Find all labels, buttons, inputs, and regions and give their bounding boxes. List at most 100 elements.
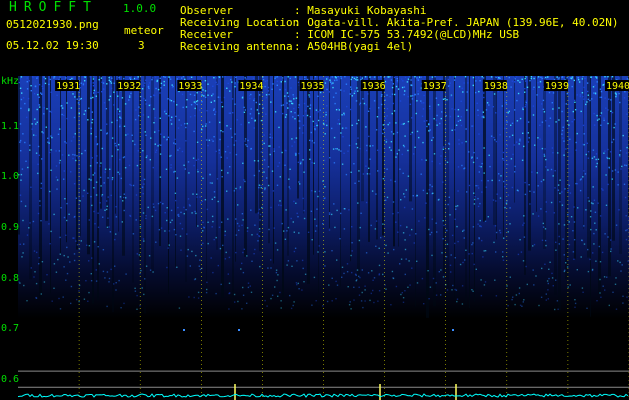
noise-point xyxy=(28,109,30,112)
noise-point xyxy=(110,194,112,197)
noise-point xyxy=(127,133,129,135)
noise-point xyxy=(213,191,216,193)
noise-point xyxy=(289,168,291,170)
noise-point xyxy=(523,236,526,238)
noise-point xyxy=(21,256,23,258)
noise-point xyxy=(254,119,256,121)
noise-point xyxy=(292,221,294,223)
noise-point xyxy=(407,120,410,123)
noise-point xyxy=(515,141,518,143)
noise-streak xyxy=(574,76,576,259)
noise-point xyxy=(457,166,460,168)
noise-point xyxy=(369,173,371,175)
noise-point xyxy=(468,253,470,255)
noise-point xyxy=(88,219,90,221)
noise-point xyxy=(362,173,365,175)
noise-point xyxy=(579,189,582,192)
noise-point xyxy=(173,228,176,231)
noise-point xyxy=(41,261,44,263)
noise-point xyxy=(351,76,354,79)
noise-point xyxy=(317,111,319,113)
noise-point xyxy=(335,92,337,94)
noise-streak xyxy=(554,76,557,295)
noise-point xyxy=(48,142,50,144)
noise-point xyxy=(424,217,426,219)
noise-point xyxy=(495,231,498,234)
noise-point xyxy=(365,104,367,106)
noise-point xyxy=(348,144,351,147)
noise-point xyxy=(543,153,545,156)
noise-point xyxy=(152,77,154,79)
noise-point xyxy=(568,184,570,187)
noise-point xyxy=(241,213,244,215)
noise-point xyxy=(188,77,191,79)
noise-point xyxy=(509,276,511,278)
noise-point xyxy=(615,308,618,310)
noise-point xyxy=(561,133,563,135)
noise-point xyxy=(548,91,551,94)
noise-point xyxy=(373,100,376,102)
noise-point xyxy=(457,240,459,243)
noise-point xyxy=(184,123,186,125)
noise-point xyxy=(144,278,146,280)
noise-point xyxy=(473,203,476,205)
noise-point xyxy=(353,92,356,95)
noise-point xyxy=(532,88,534,90)
noise-point xyxy=(241,262,243,265)
noise-point xyxy=(400,293,402,296)
noise-point xyxy=(20,173,23,176)
noise-point xyxy=(281,77,284,79)
noise-point xyxy=(382,132,384,135)
noise-point xyxy=(291,138,293,140)
noise-point xyxy=(168,230,171,232)
noise-point xyxy=(215,236,217,239)
noise-point xyxy=(91,204,93,207)
noise-point xyxy=(99,176,102,179)
noise-point xyxy=(364,300,366,302)
noise-point xyxy=(548,268,550,270)
noise-point xyxy=(55,150,57,152)
noise-point xyxy=(414,146,416,148)
noise-point xyxy=(123,156,126,158)
noise-point xyxy=(90,133,92,135)
noise-point xyxy=(211,94,213,97)
noise-streak xyxy=(106,76,109,229)
noise-point xyxy=(83,298,86,300)
noise-point xyxy=(257,212,260,214)
noise-point xyxy=(547,169,549,171)
noise-point xyxy=(101,81,103,83)
noise-point xyxy=(233,144,235,146)
noise-point xyxy=(340,212,342,215)
noise-point xyxy=(459,119,462,121)
noise-point xyxy=(392,277,395,280)
noise-point xyxy=(160,227,163,229)
noise-point xyxy=(326,124,328,127)
noise-point xyxy=(458,85,461,88)
noise-point xyxy=(424,76,426,78)
noise-point xyxy=(483,92,485,94)
noise-point xyxy=(194,210,196,213)
noise-streak xyxy=(382,76,384,236)
noise-point xyxy=(145,215,147,217)
noise-point xyxy=(565,148,567,150)
noise-point xyxy=(477,223,479,225)
noise-point xyxy=(212,271,214,274)
noise-point xyxy=(202,230,204,232)
noise-point xyxy=(40,293,42,295)
noise-point xyxy=(459,263,462,266)
noise-point xyxy=(111,177,114,179)
noise-point xyxy=(592,86,595,88)
noise-point xyxy=(310,210,313,212)
noise-point xyxy=(115,145,117,147)
noise-point xyxy=(104,277,106,279)
noise-point xyxy=(587,90,589,93)
noise-point xyxy=(58,150,61,152)
noise-point xyxy=(483,172,485,174)
noise-point xyxy=(304,76,306,78)
noise-point xyxy=(73,116,76,119)
noise-point xyxy=(40,182,43,185)
noise-point xyxy=(306,78,309,81)
noise-point xyxy=(346,127,348,129)
noise-point xyxy=(269,133,271,135)
noise-point xyxy=(21,168,24,170)
